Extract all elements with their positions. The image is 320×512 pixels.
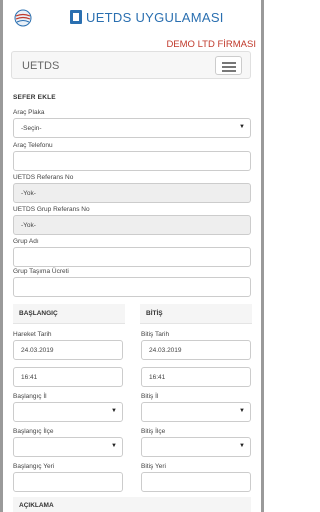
bitis-ilce-label: Bitiş İlçe — [141, 428, 166, 435]
grup-adi-label: Grup Adı — [13, 238, 39, 245]
caret-down-icon: ▼ — [111, 408, 117, 414]
baslangic-yeri-label: Başlangıç Yeri — [13, 463, 55, 470]
caret-down-icon: ▼ — [239, 443, 245, 449]
bitis-ilce-select[interactable]: ▼ — [141, 437, 251, 457]
app-title: UETDS UYGULAMASI — [86, 10, 224, 25]
baslangic-panel-header: BAŞLANGIÇ — [13, 304, 125, 324]
bitis-yeri-input[interactable] — [141, 472, 251, 492]
plaka-select[interactable]: -Seçin- ▼ — [13, 118, 251, 138]
baslangic-ilce-select[interactable]: ▼ — [13, 437, 123, 457]
grup-ucret-input[interactable] — [13, 277, 251, 297]
baslangic-ilce-label: Başlangıç İlçe — [13, 428, 54, 435]
nav-brand[interactable]: UETDS — [22, 60, 59, 72]
company-name: DEMO LTD FİRMASI — [166, 39, 256, 50]
telefon-label: Araç Telefonu — [13, 142, 53, 149]
plaka-label: Araç Plaka — [13, 109, 45, 116]
truck-logo-icon — [70, 10, 82, 24]
caret-down-icon: ▼ — [239, 124, 245, 130]
navbar: UETDS — [11, 51, 251, 79]
bitis-tarih-label: Bitiş Tarih — [141, 331, 170, 338]
caret-down-icon: ▼ — [239, 408, 245, 414]
referans-label: UETDS Referans No — [13, 174, 74, 181]
baslangic-il-label: Başlangıç İl — [13, 393, 47, 400]
section-title: SEFER EKLE — [13, 94, 56, 101]
bitis-saat-input[interactable]: 16:41 — [141, 367, 251, 387]
hareket-tarih-input[interactable]: 24.03.2019 — [13, 340, 123, 360]
telefon-input[interactable] — [13, 151, 251, 171]
header: UETDS UYGULAMASI — [3, 0, 261, 34]
grup-ucret-label: Grup Taşıma Ücreti — [13, 268, 69, 275]
referans-field: -Yok- — [13, 183, 251, 203]
grup-adi-input[interactable] — [13, 247, 251, 267]
aciklama-title: AÇIKLAMA — [19, 502, 54, 509]
globe-icon — [14, 9, 32, 27]
bitis-panel-header: BİTİŞ — [140, 304, 252, 324]
bitis-title: BİTİŞ — [146, 310, 163, 317]
bitis-il-label: Bitiş İl — [141, 393, 159, 400]
caret-down-icon: ▼ — [111, 443, 117, 449]
hareket-tarih-label: Hareket Tarih — [13, 331, 52, 338]
baslangic-title: BAŞLANGIÇ — [19, 310, 58, 317]
plaka-value: -Seçin- — [21, 125, 42, 132]
hamburger-menu-icon[interactable] — [215, 56, 242, 75]
bitis-il-select[interactable]: ▼ — [141, 402, 251, 422]
bitis-tarih-input[interactable]: 24.03.2019 — [141, 340, 251, 360]
grup-referans-label: UETDS Grup Referans No — [13, 206, 90, 213]
aciklama-panel-header: AÇIKLAMA — [13, 497, 251, 512]
hareket-saat-input[interactable]: 16:41 — [13, 367, 123, 387]
baslangic-yeri-input[interactable] — [13, 472, 123, 492]
baslangic-il-select[interactable]: ▼ — [13, 402, 123, 422]
grup-referans-field: -Yok- — [13, 215, 251, 235]
bitis-yeri-label: Bitiş Yeri — [141, 463, 166, 470]
